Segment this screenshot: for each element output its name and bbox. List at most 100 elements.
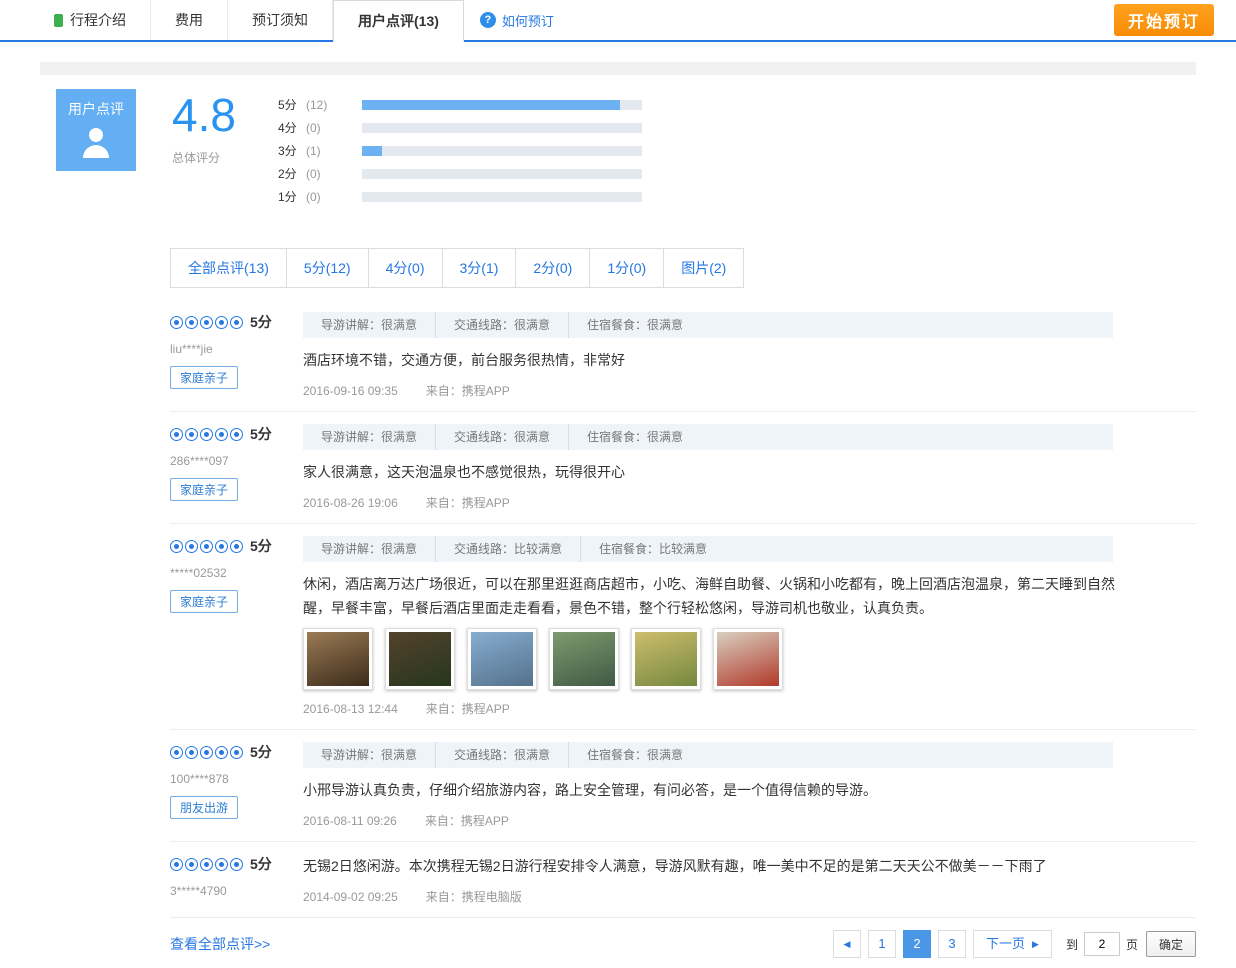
review-score-row: 5分	[170, 536, 303, 556]
review-filter-tab[interactable]: 图片(2)	[664, 248, 744, 288]
review-score-row: 5分	[170, 854, 303, 874]
rating-circle-icon	[185, 746, 198, 759]
header-tab[interactable]: 预订须知	[228, 0, 333, 40]
itinerary-icon	[54, 14, 63, 27]
how-to-book-link[interactable]: ? 如何预订	[480, 0, 554, 40]
review-source: 来自：携程APP	[426, 702, 510, 716]
review-score-label: 5分	[250, 742, 272, 762]
rating-circle-icon	[170, 316, 183, 329]
rating-bar-row: 2分(0)	[278, 162, 642, 185]
rating-bar-track	[362, 100, 642, 110]
review-score-row: 5分	[170, 424, 303, 444]
how-to-book-label: 如何预订	[502, 11, 554, 30]
confirm-button[interactable]: 确定	[1146, 931, 1196, 957]
review-content-column: 导游讲解：很满意交通线路：比较满意住宿餐食：比较满意休闲，酒店离万达广场很近，可…	[303, 536, 1196, 717]
review-text: 休闲，酒店离万达广场很近，可以在那里逛逛商店超市，小吃、海鲜自助餐、火锅和小吃都…	[303, 572, 1115, 620]
header-tab-label: 费用	[175, 0, 203, 40]
review-username: 100****878	[170, 772, 303, 786]
rating-bar-fill	[362, 146, 382, 156]
review-aspect: 住宿餐食：很满意	[568, 312, 701, 338]
header-tab-label: 行程介绍	[70, 0, 126, 40]
review-photo-thumb[interactable]	[549, 628, 619, 690]
header-tab[interactable]: 费用	[151, 0, 228, 40]
rating-circle-icon	[170, 428, 183, 441]
review-text: 家人很满意，这天泡温泉也不感觉很热，玩得很开心	[303, 460, 1115, 484]
rating-circle-icon	[200, 746, 213, 759]
review-meta: 2016-08-11 09:26来自：携程APP	[303, 812, 1196, 829]
rating-circle-icon	[200, 428, 213, 441]
rating-circle-icon	[200, 316, 213, 329]
review-text: 无锡2日悠闲游。本次携程无锡2日游行程安排令人满意，导游风默有趣，唯一美中不足的…	[303, 854, 1115, 878]
review-photo-thumb[interactable]	[631, 628, 701, 690]
start-booking-button[interactable]: 开始预订	[1114, 4, 1214, 36]
reviews-footer: 查看全部点评>> ◀ 123 下一页 ▶ 到 页 确定	[170, 930, 1196, 968]
rating-circle-icon	[215, 540, 228, 553]
section-divider	[40, 62, 1196, 75]
dumplings-photo	[635, 632, 697, 686]
header-tab-label: 预订须知	[252, 0, 308, 40]
rating-circle-icon	[230, 746, 243, 759]
goto-page-input[interactable]	[1084, 932, 1120, 956]
review-tag: 家庭亲子	[170, 590, 238, 613]
header-tab[interactable]: 用户点评(13)	[333, 0, 464, 42]
rating-bar-label: 2分	[278, 165, 303, 182]
reviews-list: 5分liu****jie家庭亲子导游讲解：很满意交通线路：很满意住宿餐食：很满意…	[170, 300, 1196, 918]
view-all-reviews-link[interactable]: 查看全部点评>>	[170, 934, 270, 954]
rating-bar-track	[362, 192, 642, 202]
review-filter-tab[interactable]: 1分(0)	[590, 248, 664, 288]
review-username: liu****jie	[170, 342, 303, 356]
next-page-button[interactable]: 下一页 ▶	[973, 930, 1052, 958]
review-aspect: 导游讲解：很满意	[303, 742, 435, 768]
overall-score-label: 总体评分	[172, 149, 278, 166]
review-meta: 2016-08-13 12:44来自：携程APP	[303, 700, 1196, 717]
rating-circle-icon	[200, 858, 213, 871]
review-aspect: 住宿餐食：很满意	[568, 424, 701, 450]
rating-bar-fill	[362, 100, 620, 110]
rating-bar-label: 1分	[278, 188, 303, 205]
header-tab[interactable]: 行程介绍	[30, 0, 151, 40]
review-aspect: 住宿餐食：很满意	[568, 742, 701, 768]
rating-bar-count: (1)	[306, 144, 348, 158]
review-aspects-bar: 导游讲解：很满意交通线路：很满意住宿餐食：很满意	[303, 424, 1113, 450]
rating-bar-count: (0)	[306, 121, 348, 135]
review-date: 2014-09-02 09:25	[303, 890, 398, 904]
review-tag: 家庭亲子	[170, 478, 238, 501]
review-username: 3*****4790	[170, 884, 303, 898]
review-rating-column: 5分 3*****4790	[170, 854, 303, 905]
review-item: 5分 3*****4790无锡2日悠闲游。本次携程无锡2日游行程安排令人满意，导游…	[170, 842, 1196, 918]
rating-circle-icon	[230, 316, 243, 329]
rating-bar-track	[362, 146, 642, 156]
rating-bar-count: (0)	[306, 167, 348, 181]
header-tabs: 行程介绍 费用 预订须知用户点评(13)	[30, 0, 464, 40]
page-number-button[interactable]: 2	[903, 930, 931, 958]
rating-circle-icon	[185, 858, 198, 871]
review-meta: 2014-09-02 09:25来自：携程电脑版	[303, 888, 1196, 905]
pagination: ◀ 123 下一页 ▶ 到 页 确定	[826, 930, 1196, 958]
review-text: 小邢导游认真负责，仔细介绍旅游内容，路上安全管理，有问必答，是一个值得信赖的导游…	[303, 778, 1115, 802]
rating-bar-track	[362, 123, 642, 133]
review-filter-tab[interactable]: 3分(1)	[443, 248, 517, 288]
review-rating-column: 5分286****097家庭亲子	[170, 424, 303, 511]
review-filter-tab[interactable]: 4分(0)	[369, 248, 443, 288]
reviews-badge: 用户点评	[56, 89, 136, 171]
prev-page-button[interactable]: ◀	[833, 930, 861, 958]
page-number-button[interactable]: 1	[868, 930, 896, 958]
review-date: 2016-09-16 09:35	[303, 384, 398, 398]
review-filter-tab[interactable]: 5分(12)	[287, 248, 369, 288]
review-photo-thumb[interactable]	[713, 628, 783, 690]
page-number-button[interactable]: 3	[938, 930, 966, 958]
rating-circle-icon	[170, 858, 183, 871]
page-unit-label: 页	[1126, 936, 1138, 953]
review-score-row: 5分	[170, 742, 303, 762]
rating-circle-icon	[215, 858, 228, 871]
review-tag: 朋友出游	[170, 796, 238, 819]
review-aspect: 交通线路：很满意	[435, 312, 568, 338]
review-photo-thumb[interactable]	[385, 628, 455, 690]
rating-circle-icon	[170, 540, 183, 553]
review-filter-tab[interactable]: 2分(0)	[516, 248, 590, 288]
review-filter-tab[interactable]: 全部点评(13)	[170, 248, 287, 288]
review-photo-thumb[interactable]	[467, 628, 537, 690]
rating-bar-row: 5分(12)	[278, 93, 642, 116]
tour-detail-page: 行程介绍费用预订须知用户点评(13) ? 如何预订 开始预订 用户点评 4.8 …	[0, 0, 1236, 968]
review-photo-thumb[interactable]	[303, 628, 373, 690]
